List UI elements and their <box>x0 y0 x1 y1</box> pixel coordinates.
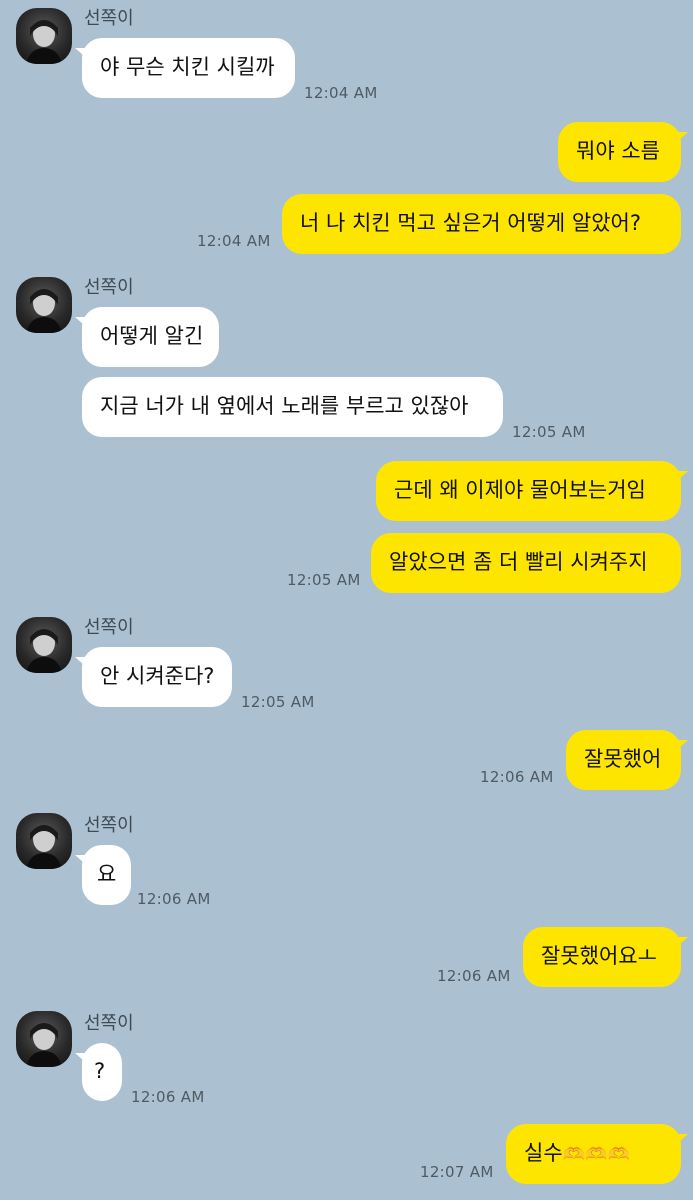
message-bubble-outgoing[interactable]: 실수🫶🫶🫶 <box>506 1124 681 1184</box>
message-bubble-incoming[interactable]: ? <box>82 1043 122 1101</box>
chat-room: 선쪽이 야 무슨 치킨 시킬까 12:04 AM 뭐야 소름 너 나 치킨 먹고… <box>0 0 693 1200</box>
contact-avatar[interactable] <box>16 617 72 673</box>
message-timestamp: 12:04 AM <box>304 84 378 102</box>
message-bubble-incoming[interactable]: 지금 너가 내 옆에서 노래를 부르고 있잖아 <box>82 377 503 437</box>
sender-name: 선쪽이 <box>84 8 134 29</box>
message-timestamp: 12:06 AM <box>137 890 211 908</box>
message-bubble-outgoing[interactable]: 너 나 치킨 먹고 싶은거 어떻게 알았어? <box>282 194 681 254</box>
message-text: 실수 <box>524 1141 563 1165</box>
sender-name: 선쪽이 <box>84 815 134 836</box>
message-bubble-outgoing[interactable]: 근데 왜 이제야 물어보는거임 <box>376 461 681 521</box>
contact-avatar[interactable] <box>16 8 72 64</box>
message-bubble-incoming[interactable]: 어떻게 알긴 <box>82 307 219 367</box>
contact-avatar[interactable] <box>16 277 72 333</box>
message-bubble-outgoing[interactable]: 뭐야 소름 <box>558 122 681 182</box>
message-timestamp: 12:07 AM <box>420 1163 494 1181</box>
sender-name: 선쪽이 <box>84 617 134 638</box>
sender-name: 선쪽이 <box>84 1013 134 1034</box>
message-bubble-outgoing[interactable]: 알았으면 좀 더 빨리 시켜주지 <box>371 533 681 593</box>
message-bubble-incoming[interactable]: 요 <box>82 845 131 905</box>
message-timestamp: 12:06 AM <box>480 768 554 786</box>
message-timestamp: 12:05 AM <box>287 571 361 589</box>
message-bubble-outgoing[interactable]: 잘못했어요ㅗ <box>523 927 681 987</box>
message-timestamp: 12:05 AM <box>512 423 586 441</box>
message-timestamp: 12:06 AM <box>131 1088 205 1106</box>
sender-name: 선쪽이 <box>84 277 134 298</box>
message-bubble-outgoing[interactable]: 잘못했어 <box>566 730 681 790</box>
message-timestamp: 12:06 AM <box>437 967 511 985</box>
message-timestamp: 12:05 AM <box>241 693 315 711</box>
heart-hands-icon: 🫶🫶🫶 <box>562 1144 630 1165</box>
message-bubble-incoming[interactable]: 야 무슨 치킨 시킬까 <box>82 38 295 98</box>
message-timestamp: 12:04 AM <box>197 232 271 250</box>
message-bubble-incoming[interactable]: 안 시켜준다? <box>82 647 232 707</box>
contact-avatar[interactable] <box>16 1011 72 1067</box>
contact-avatar[interactable] <box>16 813 72 869</box>
